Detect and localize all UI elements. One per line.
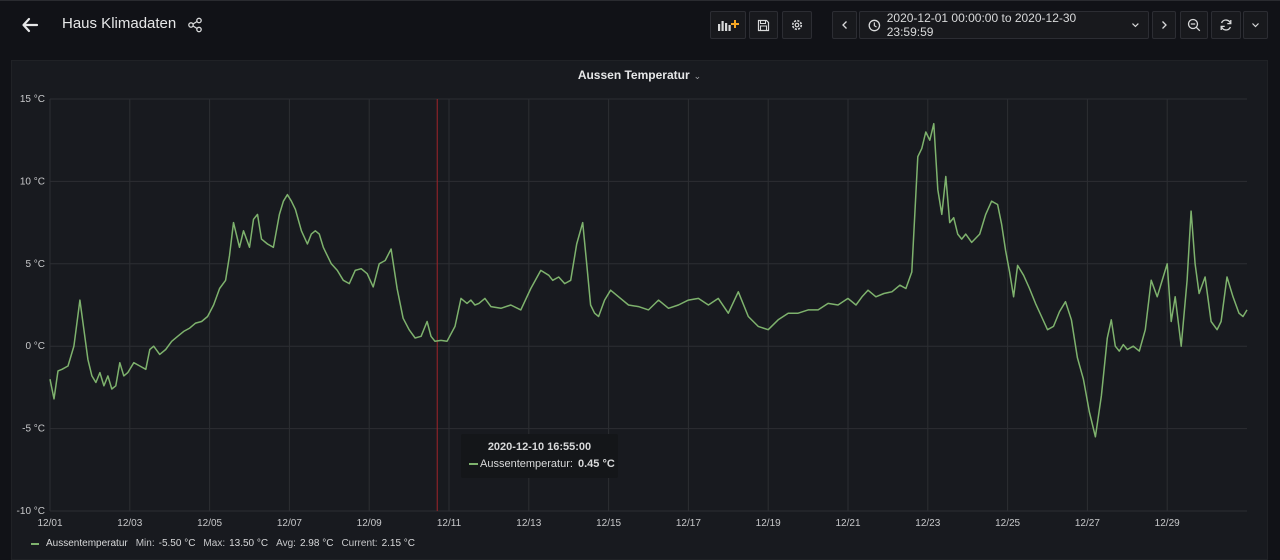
legend-current-label: Current: xyxy=(341,538,378,549)
legend-current-value: 2.15 °C xyxy=(381,538,416,549)
legend-series-name[interactable]: Aussentemperatur xyxy=(46,538,128,549)
legend-swatch xyxy=(31,542,39,545)
temperature-chart[interactable]: 15 °C 10 °C 5 °C 0 °C -5 °C -10 °C12/01 12/03 1… xyxy=(0,0,1280,560)
x-tick-label: 12/17 xyxy=(676,518,701,529)
x-tick-label: 12/27 xyxy=(1075,518,1100,529)
y-tick-label: 5 °C xyxy=(25,259,45,270)
y-tick-label: -5 °C xyxy=(22,424,45,435)
legend-min-value: -5.50 °C xyxy=(158,538,196,549)
x-tick-label: 12/15 xyxy=(596,518,621,529)
x-tick-label: 12/11 xyxy=(437,518,462,529)
legend-min-label: Min: xyxy=(135,538,155,549)
x-tick-label: 12/19 xyxy=(756,518,781,529)
x-tick-label: 12/07 xyxy=(277,518,302,529)
tooltip-value: 0.45 °C xyxy=(578,458,615,470)
y-tick-label: -10 °C xyxy=(17,506,45,517)
y-tick-label: 0 °C xyxy=(25,341,45,352)
legend-max-value: 13.50 °C xyxy=(229,538,269,549)
legend-max-label: Max: xyxy=(203,538,226,549)
x-tick-label: 12/29 xyxy=(1155,518,1180,529)
x-tick-label: 12/25 xyxy=(995,518,1020,529)
legend-avg-label: Avg: xyxy=(276,538,296,549)
x-tick-label: 12/23 xyxy=(915,518,940,529)
series-line-aussentemperatur xyxy=(49,122,1248,438)
graph-legend: Aussentemperatur Min: -5.50 °C Max: 13.5… xyxy=(31,538,415,549)
x-tick-label: 12/13 xyxy=(516,518,541,529)
x-tick-label: 12/03 xyxy=(117,518,142,529)
y-tick-label: 10 °C xyxy=(20,176,45,187)
legend-avg-value: 2.98 °C xyxy=(299,538,334,549)
tooltip-time: 2020-12-10 16:55:00 xyxy=(487,441,592,453)
x-tick-label: 12/21 xyxy=(835,518,860,529)
y-tick-label: 15 °C xyxy=(20,94,45,105)
x-tick-label: 12/05 xyxy=(197,518,222,529)
tooltip-series-swatch xyxy=(469,463,478,465)
x-tick-label: 12/01 xyxy=(37,518,62,529)
x-tick-label: 12/09 xyxy=(357,518,382,529)
tooltip-series-name: Aussentemperatur: xyxy=(480,458,573,470)
graph-tooltip: 2020-12-10 16:55:00 Aussentemperatur: 0.… xyxy=(461,434,618,478)
